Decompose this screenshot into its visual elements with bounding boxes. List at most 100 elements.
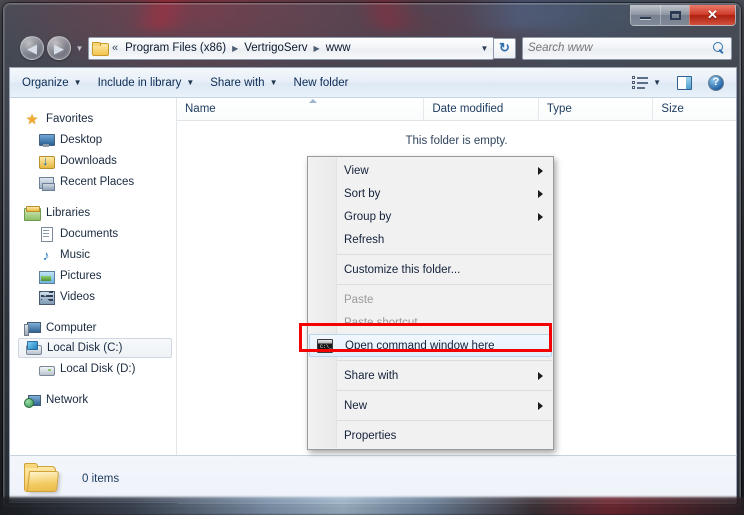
- nav-item-pictures[interactable]: Pictures: [10, 265, 176, 286]
- nav-label-libraries: Libraries: [46, 206, 91, 219]
- change-view-button[interactable]: ▼: [624, 73, 669, 92]
- videos-icon: [38, 289, 55, 305]
- pictures-icon: [38, 268, 55, 284]
- nav-group-computer[interactable]: Computer: [10, 317, 176, 338]
- star-icon: ★: [25, 110, 39, 127]
- nav-item-downloads[interactable]: Downloads: [10, 150, 176, 171]
- column-header-row: Name Date modified Type Size: [177, 98, 736, 121]
- menu-label-customize-this-folder: Customize this folder...: [344, 263, 461, 276]
- breadcrumb-separator-icon[interactable]: ▶: [311, 44, 323, 53]
- menu-label-open-command-window-here: Open command window here: [345, 339, 495, 352]
- nav-label-computer: Computer: [46, 321, 97, 334]
- include-in-library-label: Include in library: [97, 76, 182, 89]
- folder-tab: [24, 462, 38, 468]
- submenu-arrow-icon: [538, 371, 543, 380]
- menu-separator: [336, 360, 552, 361]
- menu-item-group-by[interactable]: Group by: [308, 205, 553, 228]
- window-controls: ✕: [630, 5, 736, 26]
- menu-separator: [336, 390, 552, 391]
- new-folder-button[interactable]: New folder: [286, 74, 357, 92]
- help-button[interactable]: ?: [700, 72, 732, 94]
- menu-label-paste: Paste: [344, 293, 374, 306]
- back-button[interactable]: ◀: [20, 36, 44, 60]
- folder-front: [26, 470, 60, 492]
- breadcrumb-vertrigoserv[interactable]: VertrigoServ: [241, 40, 310, 56]
- menu-separator: [336, 420, 552, 421]
- command-prompt-icon: C:\_: [317, 338, 333, 353]
- context-menu[interactable]: View Sort by Group by Refresh Customize …: [307, 156, 554, 450]
- breadcrumb-overflow-icon[interactable]: «: [110, 42, 122, 54]
- nav-item-documents[interactable]: Documents: [10, 223, 176, 244]
- details-status-pane: 0 items: [9, 455, 737, 502]
- menu-separator: [336, 284, 552, 285]
- column-header-type[interactable]: Type: [539, 98, 654, 120]
- address-dropdown-button[interactable]: ▼: [475, 38, 493, 59]
- nav-label-videos: Videos: [60, 290, 95, 303]
- music-icon: ♪: [42, 246, 50, 263]
- menu-separator: [336, 254, 552, 255]
- menu-item-customize-this-folder[interactable]: Customize this folder...: [308, 258, 553, 281]
- address-bar-row: ◀ ▶ ▼ « Program Files (x86) ▶ VertrigoSe…: [4, 29, 740, 67]
- menu-item-new[interactable]: New: [308, 394, 553, 417]
- menu-label-paste-shortcut: Paste shortcut: [344, 316, 418, 329]
- close-icon: ✕: [707, 7, 718, 22]
- show-preview-pane-button[interactable]: [669, 73, 700, 93]
- menu-label-share-with: Share with: [344, 369, 399, 382]
- menu-item-refresh[interactable]: Refresh: [308, 228, 553, 251]
- menu-item-share-with[interactable]: Share with: [308, 364, 553, 387]
- sort-ascending-icon: [309, 99, 317, 103]
- command-bar: Organize ▼ Include in library ▼ Share wi…: [10, 68, 736, 98]
- breadcrumb-www[interactable]: www: [323, 40, 354, 56]
- share-with-button[interactable]: Share with ▼: [202, 74, 285, 92]
- desktop-background: ✕ ◀ ▶ ▼ « Program Files (x86) ▶ Vertrigo…: [0, 0, 744, 515]
- recent-pages-button[interactable]: ▼: [73, 44, 86, 53]
- breadcrumb-address-bar[interactable]: « Program Files (x86) ▶ VertrigoServ ▶ w…: [88, 36, 494, 60]
- column-header-name[interactable]: Name: [177, 98, 425, 120]
- submenu-arrow-icon: [538, 189, 543, 198]
- folder-icon-large: [22, 462, 60, 495]
- close-button[interactable]: ✕: [689, 5, 735, 25]
- help-icon: ?: [708, 74, 724, 91]
- search-box[interactable]: [522, 36, 732, 60]
- nav-item-desktop[interactable]: Desktop: [10, 129, 176, 150]
- search-icon[interactable]: [713, 41, 726, 55]
- nav-item-recent-places[interactable]: Recent Places: [10, 171, 176, 192]
- chevron-down-icon: ▼: [653, 78, 661, 87]
- refresh-button[interactable]: ↻: [494, 37, 516, 59]
- menu-item-sort-by[interactable]: Sort by: [308, 182, 553, 205]
- column-header-size[interactable]: Size: [653, 98, 736, 120]
- organize-button[interactable]: Organize ▼: [14, 74, 90, 92]
- nav-item-local-disk-c[interactable]: Local Disk (C:): [18, 338, 172, 358]
- nav-item-music[interactable]: ♪ Music: [10, 244, 176, 265]
- nav-item-local-disk-d[interactable]: Local Disk (D:): [10, 358, 176, 379]
- column-header-date-modified[interactable]: Date modified: [424, 98, 539, 120]
- chevron-down-icon: ▼: [75, 43, 84, 53]
- search-input[interactable]: [528, 42, 713, 54]
- nav-item-videos[interactable]: Videos: [10, 286, 176, 307]
- menu-label-sort-by: Sort by: [344, 187, 381, 200]
- nav-label-recent-places: Recent Places: [60, 175, 135, 188]
- breadcrumb-separator-icon[interactable]: ▶: [229, 44, 241, 53]
- include-in-library-button[interactable]: Include in library ▼: [90, 74, 203, 92]
- menu-item-open-command-window-here[interactable]: C:\_ Open command window here: [309, 334, 552, 357]
- nav-label-music: Music: [60, 248, 91, 261]
- downloads-icon: [38, 153, 55, 169]
- menu-item-view[interactable]: View: [308, 159, 553, 182]
- forward-button[interactable]: ▶: [47, 36, 71, 60]
- chevron-down-icon: ▼: [186, 78, 195, 87]
- local-disk-c-icon: [25, 340, 42, 356]
- explorer-window: ✕ ◀ ▶ ▼ « Program Files (x86) ▶ Vertrigo…: [3, 3, 741, 507]
- navigation-pane[interactable]: ★ Favorites Desktop Downloads Recent Pla…: [10, 98, 177, 503]
- nav-group-network[interactable]: Network: [10, 389, 176, 410]
- nav-group-favorites[interactable]: ★ Favorites: [10, 108, 176, 129]
- maximize-button[interactable]: [660, 5, 689, 25]
- menu-label-view: View: [344, 164, 369, 177]
- minimize-button[interactable]: [631, 5, 660, 25]
- breadcrumb-program-files[interactable]: Program Files (x86): [122, 40, 229, 56]
- minimize-icon: [640, 17, 651, 19]
- nav-group-libraries[interactable]: Libraries: [10, 202, 176, 223]
- menu-label-group-by: Group by: [344, 210, 392, 223]
- forward-arrow-icon: ▶: [54, 40, 64, 56]
- menu-item-properties[interactable]: Properties: [308, 424, 553, 447]
